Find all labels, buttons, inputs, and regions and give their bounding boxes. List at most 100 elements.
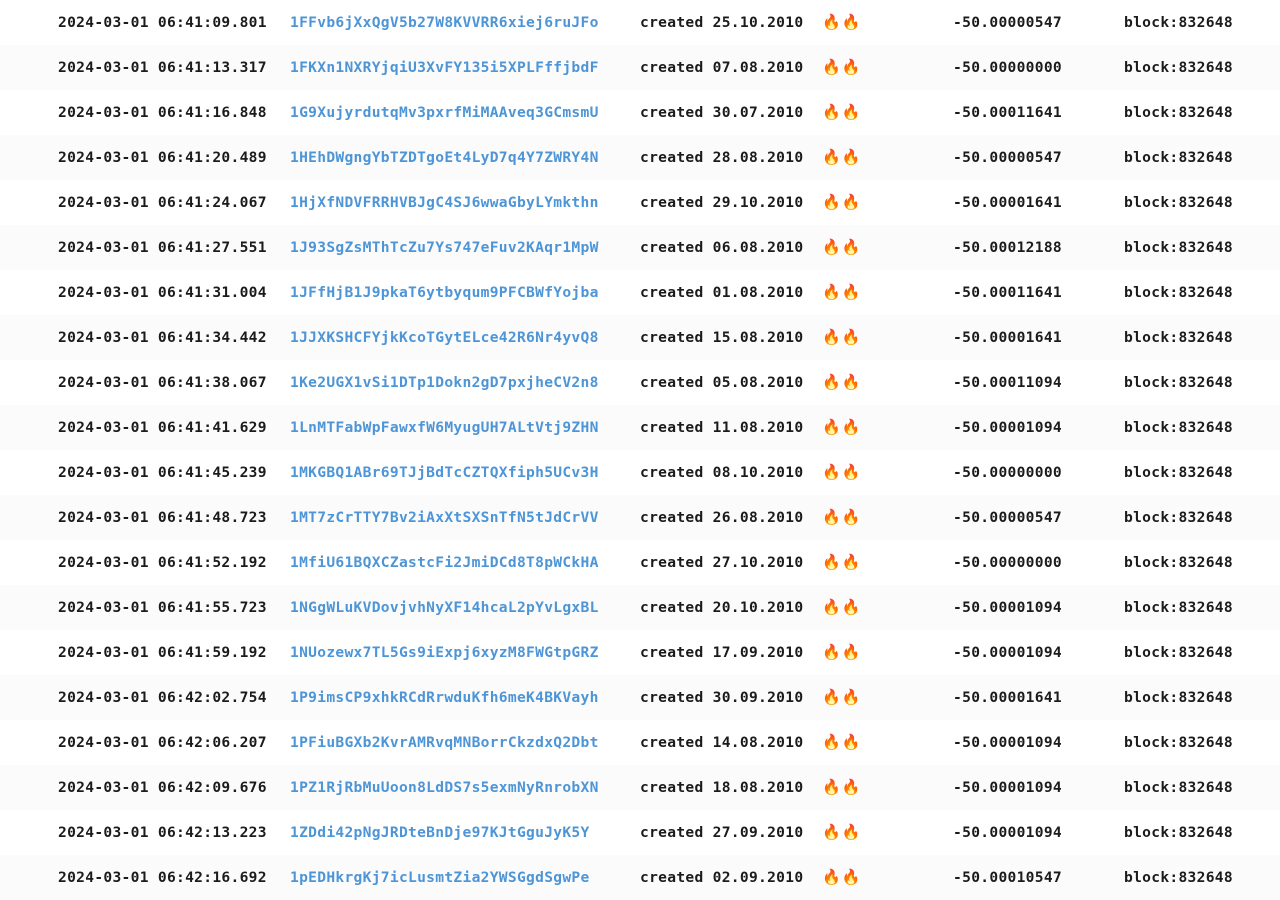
address-link[interactable]: 1HEhDWgngYbTZDTgoEt4LyD7q4Y7ZWRY4N — [290, 149, 599, 166]
address-link[interactable]: 1JJXKSHCFYjkKcoTGytELce42R6Nr4yvQ8 — [290, 329, 599, 346]
flags-cell: 🔥🔥 — [822, 90, 882, 135]
table-row[interactable]: 2024-03-01 06:41:20.489 1HEhDWgngYbTZDTg… — [0, 135, 1280, 180]
amount-cell: -50.00000000 — [882, 540, 1062, 585]
address-link[interactable]: 1PZ1RjRbMuUoon8LdDS7s5exmNyRnrobXN — [290, 779, 599, 796]
timestamp-cell: 2024-03-01 06:41:38.067 — [0, 360, 290, 405]
table-row[interactable]: 2024-03-01 06:41:45.239 1MKGBQ1ABr69TJjB… — [0, 450, 1280, 495]
address-link[interactable]: 1FKXn1NXRYjqiU3XvFY135i5XPLFffjbdF — [290, 59, 599, 76]
block-text: block:832648 — [1124, 149, 1233, 166]
address-cell: 1pEDHkrgKj7icLusmtZia2YWSGgdSgwPe — [290, 855, 632, 900]
table-row[interactable]: 2024-03-01 06:41:41.629 1LnMTFabWpFawxfW… — [0, 405, 1280, 450]
table-row[interactable]: 2024-03-01 06:41:24.067 1HjXfNDVFRRHVBJg… — [0, 180, 1280, 225]
amount-cell: -50.00001094 — [882, 810, 1062, 855]
amount-cell: -50.00011641 — [882, 90, 1062, 135]
flags-cell: 🔥🔥 — [822, 495, 882, 540]
block-text: block:832648 — [1124, 869, 1233, 886]
created-text: created 15.08.2010 — [640, 329, 804, 346]
table-row[interactable]: 2024-03-01 06:42:16.692 1pEDHkrgKj7icLus… — [0, 855, 1280, 900]
created-text: created 11.08.2010 — [640, 419, 804, 436]
address-link[interactable]: 1JFfHjB1J9pkaT6ytbyqum9PFCBWfYojba — [290, 284, 599, 301]
table-row[interactable]: 2024-03-01 06:41:13.317 1FKXn1NXRYjqiU3X… — [0, 45, 1280, 90]
block-text: block:832648 — [1124, 779, 1233, 796]
amount-cell: -50.00011641 — [882, 270, 1062, 315]
flags-cell: 🔥🔥 — [822, 630, 882, 675]
amount-text: -50.00000547 — [953, 149, 1062, 166]
address-link[interactable]: 1NUozewx7TL5Gs9iExpj6xyzM8FWGtpGRZ — [290, 644, 599, 661]
address-link[interactable]: 1MfiU61BQXCZastcFi2JmiDCd8T8pWCkHA — [290, 554, 599, 571]
table-row[interactable]: 2024-03-01 06:41:27.551 1J93SgZsMThTcZu7… — [0, 225, 1280, 270]
address-cell: 1MfiU61BQXCZastcFi2JmiDCd8T8pWCkHA — [290, 540, 632, 585]
amount-cell: -50.00000547 — [882, 135, 1062, 180]
address-link[interactable]: 1PFiuBGXb2KvrAMRvqMNBorrCkzdxQ2Dbt — [290, 734, 599, 751]
fire-icon: 🔥🔥 — [822, 778, 862, 796]
spacer-cell — [1062, 720, 1124, 765]
address-link[interactable]: 1J93SgZsMThTcZu7Ys747eFuv2KAqr1MpW — [290, 239, 599, 256]
table-row[interactable]: 2024-03-01 06:42:13.223 1ZDdi42pNgJRDteB… — [0, 810, 1280, 855]
address-cell: 1FKXn1NXRYjqiU3XvFY135i5XPLFffjbdF — [290, 45, 632, 90]
amount-text: -50.00001094 — [953, 599, 1062, 616]
flags-cell: 🔥🔥 — [822, 180, 882, 225]
fire-icon: 🔥🔥 — [822, 508, 862, 526]
amount-cell: -50.00001094 — [882, 585, 1062, 630]
block-cell: block:832648 — [1124, 225, 1280, 270]
timestamp-text: 2024-03-01 06:41:31.004 — [58, 284, 267, 301]
table-row[interactable]: 2024-03-01 06:42:06.207 1PFiuBGXb2KvrAMR… — [0, 720, 1280, 765]
created-text: created 25.10.2010 — [640, 14, 804, 31]
table-row[interactable]: 2024-03-01 06:42:02.754 1P9imsCP9xhkRCdR… — [0, 675, 1280, 720]
address-link[interactable]: 1MKGBQ1ABr69TJjBdTcCZTQXfiph5UCv3H — [290, 464, 599, 481]
address-link[interactable]: 1NGgWLuKVDovjvhNyXF14hcaL2pYvLgxBL — [290, 599, 599, 616]
table-row[interactable]: 2024-03-01 06:42:09.676 1PZ1RjRbMuUoon8L… — [0, 765, 1280, 810]
address-link[interactable]: 1ZDdi42pNgJRDteBnDje97KJtGguJyK5Y — [290, 824, 590, 841]
timestamp-text: 2024-03-01 06:42:06.207 — [58, 734, 267, 751]
flags-cell: 🔥🔥 — [822, 540, 882, 585]
table-row[interactable]: 2024-03-01 06:41:48.723 1MT7zCrTTY7Bv2iA… — [0, 495, 1280, 540]
address-link[interactable]: 1pEDHkrgKj7icLusmtZia2YWSGgdSgwPe — [290, 869, 590, 886]
amount-cell: -50.00000547 — [882, 0, 1062, 45]
address-link[interactable]: 1MT7zCrTTY7Bv2iAxXtSXSnTfN5tJdCrVV — [290, 509, 599, 526]
table-row[interactable]: 2024-03-01 06:41:34.442 1JJXKSHCFYjkKcoT… — [0, 315, 1280, 360]
block-text: block:832648 — [1124, 59, 1233, 76]
table-row[interactable]: 2024-03-01 06:41:09.801 1FFvb6jXxQgV5b27… — [0, 0, 1280, 45]
amount-cell: -50.00012188 — [882, 225, 1062, 270]
spacer-cell — [1062, 810, 1124, 855]
address-link[interactable]: 1LnMTFabWpFawxfW6MyugUH7ALtVtj9ZHN — [290, 419, 599, 436]
flags-cell: 🔥🔥 — [822, 270, 882, 315]
table-row[interactable]: 2024-03-01 06:41:55.723 1NGgWLuKVDovjvhN… — [0, 585, 1280, 630]
address-link[interactable]: 1HjXfNDVFRRHVBJgC4SJ6wwaGbyLYmkthn — [290, 194, 599, 211]
timestamp-text: 2024-03-01 06:41:24.067 — [58, 194, 267, 211]
block-text: block:832648 — [1124, 419, 1233, 436]
table-row[interactable]: 2024-03-01 06:41:31.004 1JFfHjB1J9pkaT6y… — [0, 270, 1280, 315]
timestamp-cell: 2024-03-01 06:42:02.754 — [0, 675, 290, 720]
created-cell: created 11.08.2010 — [632, 405, 822, 450]
fire-icon: 🔥🔥 — [822, 373, 862, 391]
address-link[interactable]: 1G9XujyrdutqMv3pxrfMiMAAveq3GCmsmU — [290, 104, 599, 121]
spacer-cell — [1062, 0, 1124, 45]
spacer-cell — [1062, 855, 1124, 900]
block-cell: block:832648 — [1124, 315, 1280, 360]
amount-text: -50.00001641 — [953, 194, 1062, 211]
table-row[interactable]: 2024-03-01 06:41:52.192 1MfiU61BQXCZastc… — [0, 540, 1280, 585]
address-link[interactable]: 1FFvb6jXxQgV5b27W8KVVRR6xiej6ruJFo — [290, 14, 599, 31]
table-row[interactable]: 2024-03-01 06:41:16.848 1G9XujyrdutqMv3p… — [0, 90, 1280, 135]
table-row[interactable]: 2024-03-01 06:41:59.192 1NUozewx7TL5Gs9i… — [0, 630, 1280, 675]
created-text: created 27.09.2010 — [640, 824, 804, 841]
amount-text: -50.00000547 — [953, 14, 1062, 31]
table-row[interactable]: 2024-03-01 06:41:38.067 1Ke2UGX1vSi1DTp1… — [0, 360, 1280, 405]
address-link[interactable]: 1Ke2UGX1vSi1DTp1Dokn2gD7pxjheCV2n8 — [290, 374, 599, 391]
created-text: created 02.09.2010 — [640, 869, 804, 886]
amount-text: -50.00001641 — [953, 689, 1062, 706]
transaction-log-table: 2024-03-01 06:41:09.801 1FFvb6jXxQgV5b27… — [0, 0, 1280, 900]
block-cell: block:832648 — [1124, 495, 1280, 540]
spacer-cell — [1062, 135, 1124, 180]
address-link[interactable]: 1P9imsCP9xhkRCdRrwduKfh6meK4BKVayh — [290, 689, 599, 706]
transaction-log-body: 2024-03-01 06:41:09.801 1FFvb6jXxQgV5b27… — [0, 0, 1280, 900]
address-cell: 1HjXfNDVFRRHVBJgC4SJ6wwaGbyLYmkthn — [290, 180, 632, 225]
timestamp-text: 2024-03-01 06:41:20.489 — [58, 149, 267, 166]
spacer-cell — [1062, 225, 1124, 270]
amount-text: -50.00001094 — [953, 419, 1062, 436]
block-cell: block:832648 — [1124, 180, 1280, 225]
spacer-cell — [1062, 765, 1124, 810]
flags-cell: 🔥🔥 — [822, 360, 882, 405]
created-cell: created 20.10.2010 — [632, 585, 822, 630]
block-text: block:832648 — [1124, 554, 1233, 571]
